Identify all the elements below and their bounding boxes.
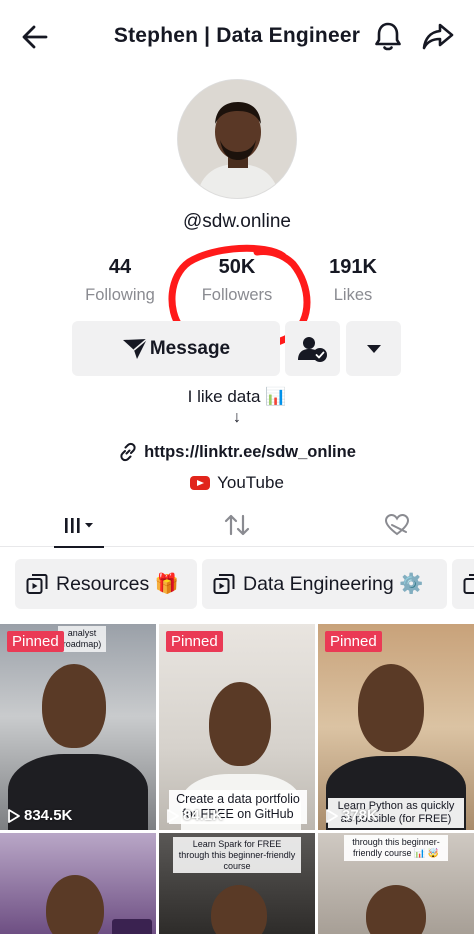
more-options-button[interactable]: [346, 321, 401, 376]
video-tile[interactable]: Learn Python as quickly as possible (for…: [318, 624, 474, 830]
message-button[interactable]: Message: [72, 321, 280, 376]
person-check-icon: [297, 336, 327, 362]
likes-label: Likes: [333, 286, 373, 304]
view-count: 84.1K: [167, 807, 223, 824]
video-caption: Learn Spark for FREE through this beginn…: [173, 837, 301, 874]
link-text: https://linktr.ee/sdw_online: [144, 442, 356, 461]
top-bar: Stephen | Data Engineer: [0, 0, 474, 72]
view-count: 834.5K: [8, 807, 72, 824]
link-icon: [120, 442, 136, 462]
playlist-resources[interactable]: Resources 🎁: [15, 559, 197, 609]
liked-icon: [384, 513, 410, 536]
play-icon: [8, 808, 20, 823]
send-icon: [122, 337, 148, 359]
playlist-label: Resources 🎁: [56, 573, 179, 595]
bio-link[interactable]: https://linktr.ee/sdw_online: [0, 442, 474, 462]
tab-videos[interactable]: [54, 503, 104, 548]
page-title: Stephen | Data Engineer: [113, 24, 361, 47]
back-arrow-icon: [22, 25, 48, 49]
tab-liked[interactable]: [376, 503, 418, 547]
playlist-data-engineering[interactable]: Data Engineering ⚙️: [202, 559, 447, 609]
following-count: 44: [108, 256, 132, 278]
playlist-icon: [213, 574, 235, 594]
video-tile[interactable]: Learn Spark for FREE through this beginn…: [159, 833, 315, 934]
following-label: Following: [85, 286, 155, 304]
likes-stat[interactable]: 191K Likes: [298, 256, 408, 305]
thumbnail-shirt: [112, 919, 152, 934]
grid-icon: [65, 518, 93, 533]
bell-icon: [375, 22, 401, 51]
followers-stat[interactable]: 50K Followers: [182, 256, 292, 305]
thumbnail-face: [209, 682, 271, 766]
tab-reposts[interactable]: [216, 503, 258, 547]
view-count-text: 834.5K: [24, 807, 73, 824]
video-caption: analyst roadmap): [58, 626, 106, 652]
bio-text: I like data 📊: [187, 387, 287, 406]
playlist-more[interactable]: [452, 559, 474, 609]
share-button[interactable]: [420, 19, 456, 53]
content-tabs: [0, 503, 474, 548]
message-label: Message: [149, 337, 231, 359]
youtube-link[interactable]: YouTube: [0, 473, 474, 493]
play-icon: [167, 808, 179, 823]
avatar-photo: [178, 80, 296, 198]
thumbnail-face: [358, 664, 424, 752]
pinned-badge: Pinned: [7, 631, 64, 652]
view-count-text: 378K: [342, 807, 378, 824]
view-count: 378K: [326, 807, 378, 824]
share-icon: [422, 23, 454, 50]
back-button[interactable]: [18, 20, 52, 54]
pinned-badge: Pinned: [166, 631, 223, 652]
followers-label: Followers: [201, 286, 273, 304]
avatar[interactable]: [177, 79, 297, 199]
video-caption: through this beginner-friendly course 📊 …: [344, 835, 448, 861]
caret-down-icon: [366, 344, 381, 353]
likes-count: 191K: [329, 256, 377, 278]
video-tile[interactable]: Create a data portfolio for FREE on GitH…: [159, 624, 315, 830]
playlist-label: Data Engineering ⚙️: [243, 573, 424, 595]
followers-count: 50K: [218, 256, 256, 278]
play-icon: [326, 808, 338, 823]
bio-arrow: ↓: [233, 409, 241, 426]
playlist-icon: [26, 574, 48, 594]
following-stat[interactable]: 44 Following: [65, 256, 175, 305]
video-tile[interactable]: [0, 833, 156, 934]
pinned-badge: Pinned: [325, 631, 382, 652]
video-tile[interactable]: analyst roadmap) Pinned 834.5K: [0, 624, 156, 830]
notifications-button[interactable]: [371, 19, 405, 53]
view-count-text: 84.1K: [183, 807, 224, 824]
youtube-icon: [190, 476, 211, 490]
playlist-icon: [463, 574, 474, 594]
video-tile[interactable]: through this beginner-friendly course 📊 …: [318, 833, 474, 934]
repost-icon: [224, 514, 250, 536]
youtube-label: YouTube: [217, 473, 284, 492]
thumbnail-face: [42, 664, 106, 748]
following-button[interactable]: [285, 321, 340, 376]
username: @sdw.online: [182, 211, 292, 232]
